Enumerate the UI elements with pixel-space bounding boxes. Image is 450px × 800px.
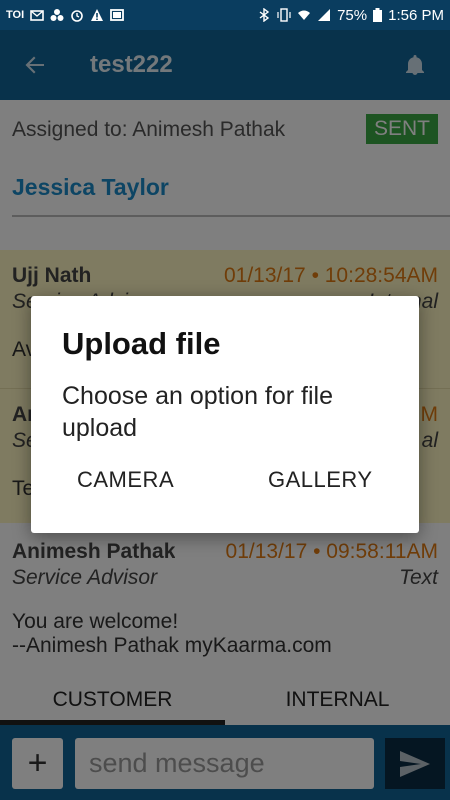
battery-icon (373, 8, 383, 22)
wifi-icon (297, 8, 311, 22)
warning-icon (90, 8, 104, 22)
dialog-message: Choose an option for file upload (62, 382, 334, 442)
toi-app-icon: TOI (6, 9, 25, 21)
camera-button[interactable]: CAMERA (77, 460, 174, 500)
dots-icon (50, 8, 64, 22)
gallery-button[interactable]: GALLERY (268, 460, 373, 500)
modal-scrim-bottom[interactable] (0, 725, 450, 800)
alarm-icon (70, 8, 84, 22)
status-bar: TOI 75% 1:56 PM (0, 0, 450, 30)
dialog-title: Upload file (62, 326, 221, 361)
bluetooth-icon (257, 7, 271, 23)
battery-percent: 75% (337, 6, 368, 24)
vibrate-icon (277, 8, 291, 22)
clock: 1:56 PM (388, 6, 444, 24)
upload-file-dialog: Upload file Choose an option for file up… (31, 296, 419, 533)
mail-icon (30, 8, 44, 22)
signal-icon (317, 8, 331, 22)
screenshot-icon (110, 8, 125, 22)
